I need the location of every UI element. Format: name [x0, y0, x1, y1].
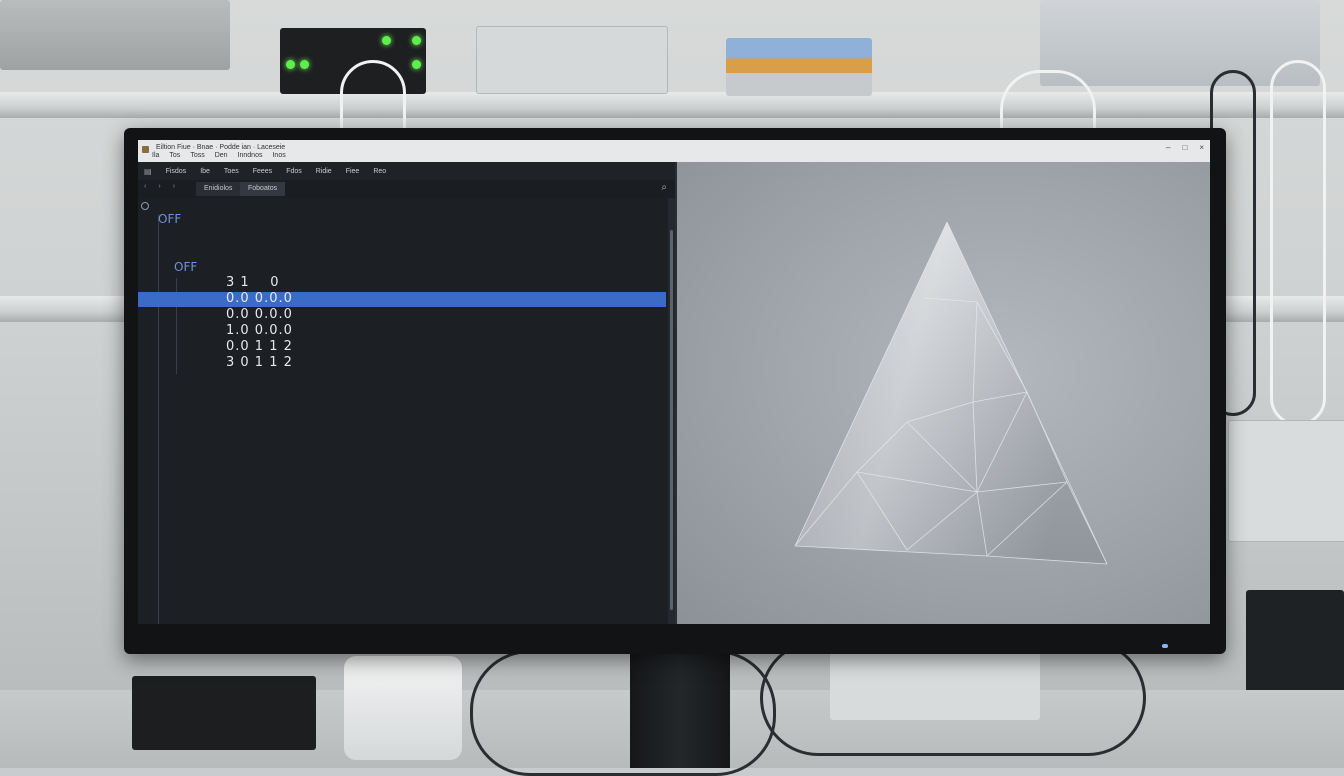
monitor-stand — [630, 652, 730, 768]
code-line[interactable]: OFF — [174, 260, 197, 274]
white-cup — [344, 656, 462, 760]
code-line[interactable]: OFF — [158, 212, 181, 226]
screen: Eiltion Fiue · Bnae · Podde ian · Lacese… — [138, 140, 1210, 624]
window-title: Eiltion Fiue · Bnae · Podde ian · Lacese… — [156, 144, 286, 151]
menu-bar: Ila Tos Toss Den Inndnos Inos — [138, 152, 286, 162]
monitor: Eiltion Fiue · Bnae · Podde ian · Lacese… — [124, 128, 1226, 654]
code-line[interactable]: 3 0 1 1 2 — [226, 355, 293, 370]
editor-scrollbar[interactable] — [668, 198, 675, 624]
window-controls: – □ × — [1166, 143, 1204, 152]
toolbar-item[interactable]: Toes — [224, 168, 239, 175]
menu-item[interactable]: Ila — [152, 152, 159, 162]
status-led — [412, 36, 421, 45]
breakpoint-icon[interactable] — [141, 202, 149, 210]
status-led — [300, 60, 309, 69]
power-indicator — [1162, 644, 1168, 648]
menu-item[interactable]: Tos — [169, 152, 180, 162]
toolbar-item[interactable]: Reo — [373, 168, 386, 175]
status-led — [382, 36, 391, 45]
lab-device-left — [0, 0, 230, 70]
code-line[interactable]: 0.0 0.0.0 — [226, 307, 293, 322]
selected-line-highlight — [138, 292, 666, 307]
upper-shelf — [0, 92, 1344, 118]
scroll-thumb[interactable] — [670, 230, 673, 610]
3d-viewport[interactable] — [677, 162, 1210, 624]
menu-item[interactable]: Inos — [272, 152, 285, 162]
menu-item[interactable]: Den — [215, 152, 228, 162]
forward-arrow-icon[interactable]: › — [158, 183, 160, 190]
code-line[interactable]: 3 1 0 — [226, 275, 279, 290]
toolbar-item[interactable]: Ibe — [200, 168, 210, 175]
toolbar-item[interactable]: Fiee — [346, 168, 360, 175]
back-arrow-icon[interactable]: ‹ — [144, 183, 146, 190]
tab-foboatos[interactable]: Foboatos — [240, 182, 286, 196]
cable — [470, 650, 776, 776]
power-strip — [1228, 420, 1344, 542]
title-bar: Eiltion Fiue · Bnae · Podde ian · Lacese… — [138, 140, 1210, 162]
toolbar: ▤ Fisdos Ibe Toes Feees Fdos Ridie Fiee … — [138, 162, 675, 180]
toolbar-item[interactable]: Feees — [253, 168, 272, 175]
menu-item[interactable]: Inndnos — [238, 152, 263, 162]
toolbar-item[interactable]: Fdos — [286, 168, 302, 175]
nav-arrows: ‹ › › — [144, 183, 175, 190]
menu-item[interactable]: Toss — [190, 152, 204, 162]
chevron-right-icon[interactable]: › — [173, 183, 175, 190]
lab-device-blue — [726, 38, 872, 96]
code-line-selected[interactable]: 0.0 0.0.0 — [226, 291, 293, 306]
cone-shading — [795, 222, 1107, 564]
file-icon[interactable]: ▤ — [144, 167, 152, 176]
close-button[interactable]: × — [1199, 143, 1204, 152]
base-platform — [132, 676, 316, 750]
status-led — [412, 60, 421, 69]
tab-enidiolos[interactable]: Enidiolos — [196, 182, 241, 196]
maximize-button[interactable]: □ — [1182, 143, 1187, 152]
toolbar-item[interactable]: Ridie — [316, 168, 332, 175]
outlet-box — [476, 26, 668, 94]
minimize-button[interactable]: – — [1166, 143, 1170, 152]
indent-guide — [158, 214, 159, 624]
cable — [1270, 60, 1326, 426]
toolbar-item[interactable]: Fisdos — [166, 168, 187, 175]
cone-mesh[interactable] — [677, 162, 1210, 624]
code-line[interactable]: 1.0 0.0.0 — [226, 323, 293, 338]
search-icon[interactable]: ⌕ — [661, 182, 667, 193]
status-led — [286, 60, 295, 69]
code-line[interactable]: 0.0 1 1 2 — [226, 339, 293, 354]
code-editor[interactable]: OFF OFF 3 1 0 0.0 0.0.0 0.0 0.0.0 1.0 0.… — [138, 198, 668, 624]
nav-bar: ‹ › › Enidiolos Foboatos ⌕ — [138, 180, 675, 198]
